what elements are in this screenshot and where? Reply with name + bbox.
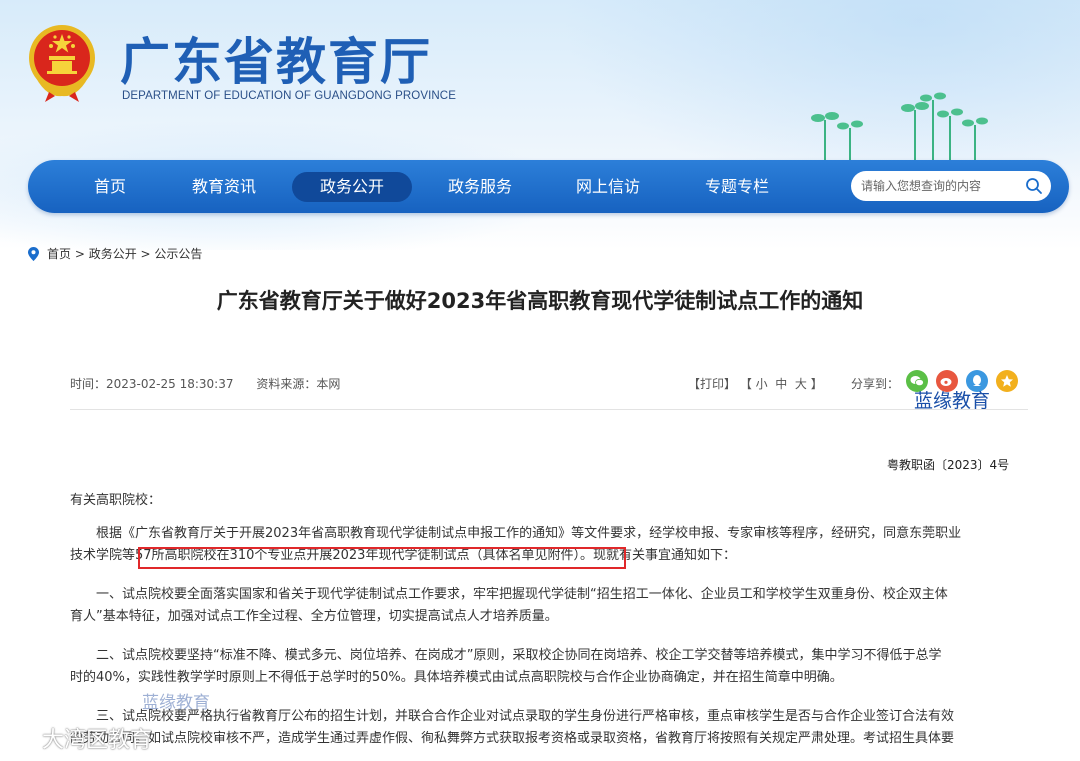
search-icon[interactable]	[1025, 177, 1043, 195]
main-nav: 首页 教育资讯 政务公开 政务服务 网上信访 专题专栏	[28, 160, 1069, 213]
search-box	[851, 171, 1051, 201]
paragraph-3: 三、试点院校要严格执行省教育厅公布的招生计划，并联合合作企业对试点录取的学生身份…	[70, 706, 1028, 750]
publish-time: 2023-02-25 18:30:37	[106, 377, 234, 391]
location-pin-icon	[28, 246, 39, 261]
paragraph-line: 根据《广东省教育厅关于开展2023年省高职教育现代学徒制试点申报工作的通知》等文…	[96, 526, 962, 541]
meta-info: 时间：2023-02-25 18:30:37 资料来源：本网	[70, 375, 340, 392]
site-subtitle: DEPARTMENT OF EDUCATION OF GUANGDONG PRO…	[122, 90, 456, 102]
sprout-decoration-icon	[811, 92, 988, 160]
time-label: 时间：	[70, 377, 107, 391]
share-label: 分享到：	[851, 377, 900, 391]
paragraph-2: 二、试点院校要坚持“标准不降、模式多元、岗位培养、在岗成才”原则，采取校企协同在…	[70, 645, 1028, 689]
article-title: 广东省教育厅关于做好2023年省高职教育现代学徒制试点工作的通知	[216, 289, 864, 313]
nav-item-government-affairs[interactable]: 政务公开	[292, 172, 412, 202]
source-value: 本网	[316, 377, 341, 391]
weibo-logo-icon	[11, 729, 37, 749]
paragraph-line: 三、试点院校要严格执行省教育厅公布的招生计划，并联合合作企业对试点录取的学生身份…	[96, 709, 955, 724]
qzone-share-icon[interactable]	[996, 370, 1018, 392]
site-title: 广东省教育厅	[120, 33, 432, 91]
paragraph-1: 一、试点院校要全面落实国家和省关于现代学徒制试点工作要求，牢牢把握现代学徒制“招…	[70, 584, 1028, 628]
article-meta: 时间：2023-02-25 18:30:37 资料来源：本网 【打印】 【 小 …	[70, 370, 1028, 410]
highlight-box	[138, 547, 626, 569]
breadcrumb-separator: >	[136, 246, 155, 261]
breadcrumb-separator: >	[71, 246, 89, 261]
source-label: 资料来源：	[256, 377, 317, 391]
article-tools[interactable]: 【打印】 【 小 中 大 】	[688, 375, 823, 392]
paragraph-line: 育人”基本特征，加强对试点工作全过程、全方位管理，切实提高试点人才培养质量。	[70, 609, 558, 624]
document-number: 粤教职函〔2023〕4号	[887, 458, 1010, 472]
corner-watermark-text: 大湾区教育	[42, 728, 153, 753]
paragraph-line: 二、试点院校要坚持“标准不降、模式多元、岗位培养、在岗成才”原则，采取校企协同在…	[96, 648, 942, 663]
paragraph-line: 一、试点院校要全面落实国家和省关于现代学徒制试点工作要求，牢牢把握现代学徒制“招…	[96, 587, 948, 602]
watermark-text: 蓝缘教育	[142, 693, 210, 713]
search-input[interactable]	[861, 171, 1011, 201]
nav-item-petition[interactable]: 网上信访	[568, 172, 648, 202]
nav-item-news[interactable]: 教育资讯	[184, 172, 264, 202]
salutation: 有关高职院校：	[70, 493, 162, 508]
breadcrumb-item-government-affairs[interactable]: 政务公开	[89, 245, 137, 262]
nav-item-home[interactable]: 首页	[80, 172, 140, 202]
watermark-text: 蓝缘教育	[914, 390, 991, 412]
breadcrumb-item-home[interactable]: 首页	[47, 245, 71, 262]
breadcrumb-item-announcements[interactable]: 公示公告	[154, 245, 202, 262]
site-header: 广东省教育厅 DEPARTMENT OF EDUCATION OF GUANGD…	[0, 0, 1080, 250]
paragraph-line: 的劳动合同。如试点院校审核不严，造成学生通过弄虚作假、徇私舞弊方式获取报考资格或…	[70, 731, 955, 746]
national-emblem-icon	[29, 25, 95, 102]
nav-item-topics[interactable]: 专题专栏	[697, 172, 777, 202]
corner-watermark: 大湾区教育	[10, 722, 152, 754]
nav-item-services[interactable]: 政务服务	[440, 172, 520, 202]
breadcrumb: 首页 > 政务公开 > 公示公告	[28, 245, 202, 262]
paragraph-line: 时的40%，实践性教学学时原则上不得低于总学时的50%。具体培养模式由试点高职院…	[70, 670, 843, 685]
